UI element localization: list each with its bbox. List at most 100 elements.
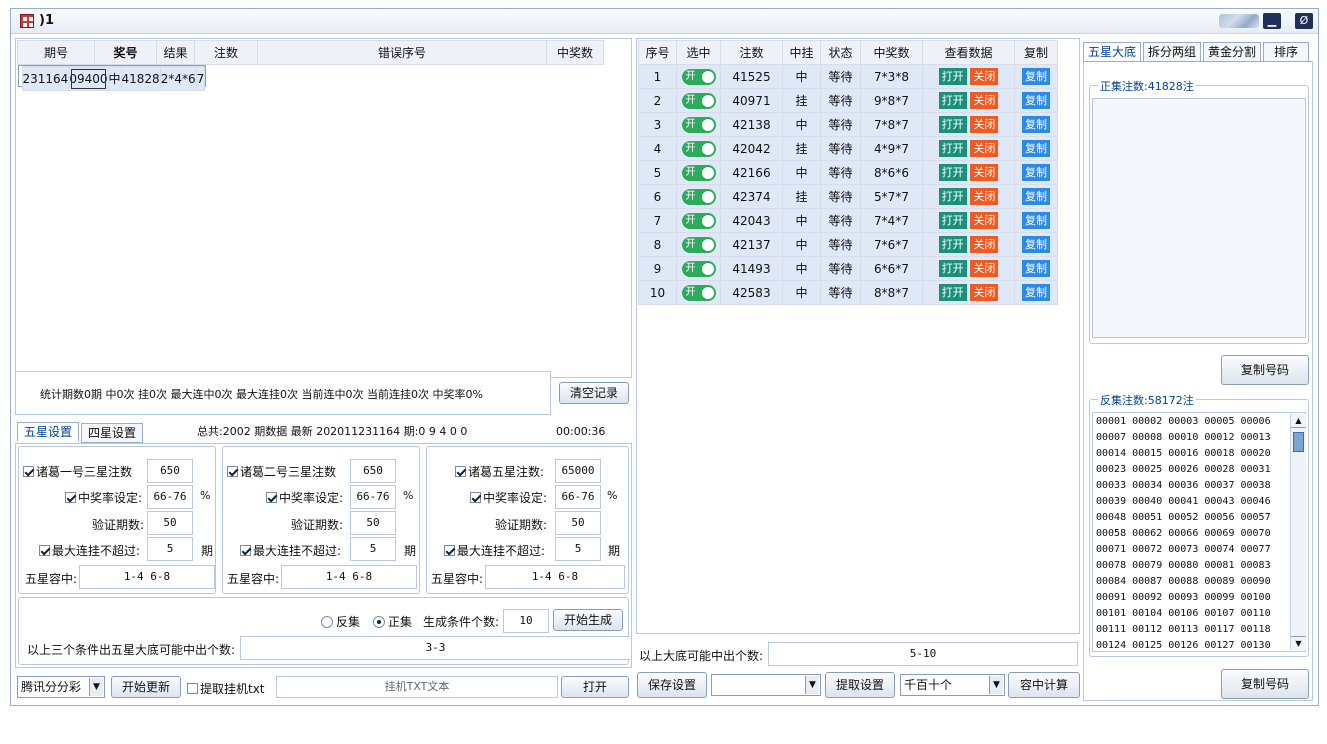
open-data-button[interactable]: 打开	[938, 140, 967, 157]
copy-row-button[interactable]: 复制	[1022, 68, 1050, 85]
g2-checkbox1[interactable]	[227, 466, 238, 477]
select-toggle[interactable]: 开	[676, 184, 721, 209]
close-data-button[interactable]: 关闭	[970, 260, 999, 277]
g3-checkbox4[interactable]	[444, 545, 455, 556]
g1-tolerance-input[interactable]: 1-4 6-8	[79, 565, 215, 589]
close-data-button[interactable]: 关闭	[970, 68, 999, 85]
table-row[interactable]: 231164 09400 中 41828 2*4*6 7	[17, 65, 207, 91]
toggle-switch[interactable]: 开	[681, 68, 716, 85]
g3-checkbox1[interactable]	[455, 466, 466, 477]
select-toggle[interactable]: 开	[676, 64, 721, 89]
tolerance-calc-button[interactable]: 容中计算	[1008, 672, 1080, 698]
g1-rate-input[interactable]: 66-76	[147, 485, 193, 509]
tab-five-star[interactable]: 五星设置	[17, 422, 79, 442]
copy-row-button[interactable]: 复制	[1022, 284, 1050, 301]
g3-label2[interactable]: 中奖率设定:	[470, 489, 547, 506]
toggle-switch[interactable]: 开	[681, 212, 716, 229]
reverse-radio[interactable]: 反集	[321, 613, 360, 630]
chevron-down-icon[interactable]: ▼	[89, 678, 103, 696]
close-data-button[interactable]: 关闭	[970, 236, 999, 253]
g2-label2[interactable]: 中奖率设定:	[266, 489, 343, 506]
g3-label1[interactable]: 诸葛五星注数:	[455, 463, 544, 480]
table-row[interactable]: 1 开 41525 中等待 7*3*8 打开 关闭 复制	[638, 64, 1058, 89]
open-data-button[interactable]: 打开	[938, 236, 967, 253]
g3-max-input[interactable]: 5	[555, 537, 601, 561]
scroll-down-icon[interactable]: ▼	[1291, 636, 1306, 650]
chevron-down-icon[interactable]: ▼	[989, 676, 1003, 694]
scroll-thumb[interactable]	[1293, 432, 1304, 452]
table-row[interactable]: 7 开 42043 中等待 7*4*7 打开 关闭 复制	[638, 208, 1058, 233]
g1-checkbox4[interactable]	[39, 545, 50, 556]
g1-label2[interactable]: 中奖率设定:	[65, 489, 142, 506]
tab-sort[interactable]: 排序	[1263, 42, 1309, 62]
toggle-switch[interactable]: 开	[681, 164, 716, 181]
start-generate-button[interactable]: 开始生成	[553, 609, 623, 631]
reverse-radio-dot[interactable]	[321, 616, 333, 628]
copy-codes-button-2[interactable]: 复制号码	[1221, 669, 1309, 699]
table-row[interactable]: 5 开 42166 中等待 8*6*6 打开 关闭 复制	[638, 160, 1058, 185]
table-row[interactable]: 3 开 42138 中等待 7*8*7 打开 关闭 复制	[638, 112, 1058, 137]
table-row[interactable]: 6 开 42374 挂等待 5*7*7 打开 关闭 复制	[638, 184, 1058, 209]
g3-checkbox2[interactable]	[470, 492, 481, 503]
open-data-button[interactable]: 打开	[938, 116, 967, 133]
g2-label4[interactable]: 最大连挂不超过:	[240, 542, 341, 559]
g1-checkbox1[interactable]	[23, 466, 34, 477]
open-data-button[interactable]: 打开	[938, 68, 967, 85]
select-toggle[interactable]: 开	[676, 88, 721, 113]
copy-row-button[interactable]: 复制	[1022, 164, 1050, 181]
close-data-button[interactable]: 关闭	[970, 212, 999, 229]
chevron-down-icon[interactable]: ▼	[805, 676, 819, 694]
forward-radio[interactable]: 正集	[373, 613, 412, 630]
g2-max-input[interactable]: 5	[350, 537, 396, 561]
open-data-button[interactable]: 打开	[938, 260, 967, 277]
g1-count-input[interactable]: 650	[147, 459, 193, 483]
toggle-switch[interactable]: 开	[681, 188, 716, 205]
table-row[interactable]: 9 开 41493 中等待 6*6*7 打开 关闭 复制	[638, 256, 1058, 281]
toggle-switch[interactable]: 开	[681, 92, 716, 109]
tab-split-two[interactable]: 拆分两组	[1143, 42, 1201, 62]
open-data-button[interactable]: 打开	[938, 92, 967, 109]
close-data-button[interactable]: 关闭	[970, 164, 999, 181]
clear-records-button[interactable]: 清空记录	[559, 382, 629, 404]
toggle-switch[interactable]: 开	[681, 284, 716, 301]
g2-checkbox2[interactable]	[266, 492, 277, 503]
toggle-switch[interactable]: 开	[681, 260, 716, 277]
source-select[interactable]: 腾讯分分彩 ▼	[17, 676, 105, 698]
g3-count-input[interactable]: 65000	[555, 459, 601, 483]
g2-count-input[interactable]: 650	[350, 459, 396, 483]
table-row[interactable]: 10 开 42583 中等待 8*8*7 打开 关闭 复制	[638, 280, 1058, 305]
copy-row-button[interactable]: 复制	[1022, 140, 1050, 157]
toggle-switch[interactable]: 开	[681, 140, 716, 157]
g2-label1[interactable]: 诸葛二号三星注数	[227, 463, 336, 480]
select-toggle[interactable]: 开	[676, 232, 721, 257]
table-row[interactable]: 2 开 40971 挂等待 9*8*7 打开 关闭 复制	[638, 88, 1058, 113]
open-data-button[interactable]: 打开	[938, 284, 967, 301]
g1-label4[interactable]: 最大连挂不超过:	[39, 542, 140, 559]
tab-five-star-base[interactable]: 五星大底	[1083, 42, 1141, 62]
g3-rate-input[interactable]: 66-76	[555, 485, 601, 509]
hang-text-input[interactable]: 挂机TXT文本	[276, 676, 558, 698]
g1-label1[interactable]: 诸葛一号三星注数	[23, 463, 132, 480]
copy-row-button[interactable]: 复制	[1022, 236, 1050, 253]
close-data-button[interactable]: 关闭	[970, 116, 999, 133]
hang-checkbox[interactable]: 提取挂机txt	[187, 680, 265, 697]
toggle-switch[interactable]: 开	[681, 116, 716, 133]
fetch-settings-button[interactable]: 提取设置	[825, 672, 895, 698]
close-data-button[interactable]: 关闭	[970, 284, 999, 301]
select-toggle[interactable]: 开	[676, 280, 721, 305]
tab-golden-split[interactable]: 黄金分割	[1203, 42, 1261, 62]
copy-row-button[interactable]: 复制	[1022, 260, 1050, 277]
tab-four-star[interactable]: 四星设置	[81, 423, 143, 443]
select-toggle[interactable]: 开	[676, 256, 721, 281]
table-row[interactable]: 8 开 42137 中等待 7*6*7 打开 关闭 复制	[638, 232, 1058, 257]
open-data-button[interactable]: 打开	[938, 188, 967, 205]
scrollbar[interactable]: ▲ ▼	[1290, 414, 1306, 650]
open-data-button[interactable]: 打开	[938, 212, 967, 229]
copy-row-button[interactable]: 复制	[1022, 92, 1050, 109]
close-button[interactable]: Ø	[1295, 13, 1313, 29]
open-button[interactable]: 打开	[561, 676, 629, 698]
g1-verify-input[interactable]: 50	[147, 511, 193, 535]
g3-verify-input[interactable]: 50	[555, 511, 601, 535]
start-update-button[interactable]: 开始更新	[111, 676, 181, 698]
settings-select[interactable]: ▼	[711, 674, 821, 696]
